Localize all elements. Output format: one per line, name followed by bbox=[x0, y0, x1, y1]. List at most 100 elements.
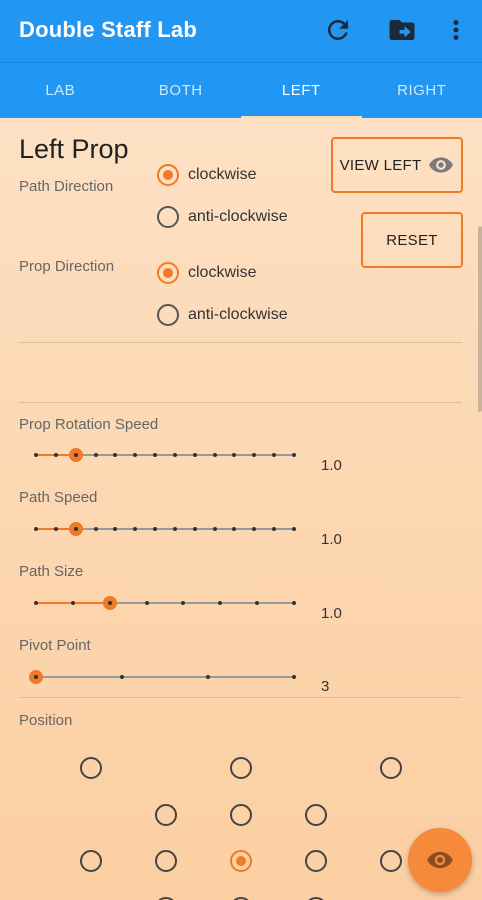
slider-tick bbox=[206, 675, 210, 679]
slider-tick bbox=[218, 601, 223, 605]
prop-direction-clockwise-radio[interactable]: clockwise bbox=[157, 260, 256, 286]
eye-icon bbox=[428, 152, 454, 178]
radio-circle bbox=[157, 164, 179, 186]
slider-tick bbox=[133, 453, 138, 457]
tab-both[interactable]: BOTH bbox=[121, 63, 242, 119]
radio-circle bbox=[157, 206, 179, 228]
app-bar: Double Staff Lab bbox=[0, 0, 482, 62]
view-left-button[interactable]: VIEW LEFT bbox=[331, 137, 463, 193]
slider-tick bbox=[133, 527, 138, 531]
slider-tick bbox=[70, 601, 75, 605]
slider-tick bbox=[255, 601, 260, 605]
position-radio[interactable] bbox=[305, 850, 327, 872]
slider-tick bbox=[172, 453, 177, 457]
prop-direction-anticlockwise-radio[interactable]: anti-clockwise bbox=[157, 302, 288, 328]
slider-tick bbox=[192, 527, 197, 531]
reset-label: RESET bbox=[386, 231, 438, 249]
slider-tick bbox=[53, 453, 58, 457]
path-direction-anticlockwise-radio[interactable]: anti-clockwise bbox=[157, 204, 288, 230]
path-direction-label: Path Direction bbox=[19, 178, 114, 195]
slider-tick bbox=[292, 675, 296, 679]
view-left-label: VIEW LEFT bbox=[339, 156, 422, 174]
pivot-point-slider[interactable] bbox=[29, 670, 296, 684]
slider-value: 1.0 bbox=[321, 605, 342, 622]
position-radio[interactable] bbox=[380, 757, 402, 779]
tab-bar: LAB BOTH LEFT RIGHT bbox=[0, 62, 482, 119]
slider-tick bbox=[232, 453, 237, 457]
radio-label: clockwise bbox=[188, 166, 257, 183]
path-size-slider[interactable] bbox=[34, 596, 296, 610]
slider-track bbox=[36, 676, 294, 678]
tab-label: LAB bbox=[45, 82, 76, 99]
position-radio[interactable] bbox=[80, 850, 102, 872]
slider-tick bbox=[252, 527, 257, 531]
slider-tick bbox=[212, 453, 217, 457]
prop-direction-label: Prop Direction bbox=[19, 258, 115, 275]
slider-tick bbox=[292, 601, 296, 605]
slider-tick bbox=[93, 453, 98, 457]
divider bbox=[19, 697, 462, 698]
slider-label: Prop Rotation Speed bbox=[19, 416, 159, 433]
position-radio[interactable] bbox=[230, 757, 252, 779]
view-fab-button[interactable] bbox=[408, 828, 472, 892]
more-vert-icon[interactable] bbox=[440, 14, 472, 46]
tab-label: RIGHT bbox=[397, 82, 447, 99]
divider bbox=[19, 342, 462, 343]
path-speed-slider[interactable] bbox=[34, 522, 296, 536]
slider-value: 1.0 bbox=[321, 531, 342, 548]
tab-label: LEFT bbox=[281, 82, 321, 99]
slider-thumb[interactable] bbox=[68, 522, 83, 536]
slider-tick bbox=[53, 527, 58, 531]
radio-circle bbox=[157, 262, 179, 284]
slider-thumb[interactable] bbox=[29, 670, 43, 684]
prop-rotation-speed-slider[interactable] bbox=[34, 448, 296, 462]
slider-tick bbox=[172, 527, 177, 531]
slider-tick bbox=[144, 601, 149, 605]
radio-label: clockwise bbox=[188, 264, 257, 281]
position-radio[interactable] bbox=[380, 850, 402, 872]
tab-left[interactable]: LEFT bbox=[241, 63, 362, 119]
position-radio-selected[interactable] bbox=[230, 850, 252, 872]
radio-circle bbox=[157, 304, 179, 326]
tab-right[interactable]: RIGHT bbox=[362, 63, 482, 119]
slider-tick bbox=[113, 453, 118, 457]
divider bbox=[19, 402, 462, 403]
slider-tick bbox=[292, 527, 296, 531]
slider-value: 1.0 bbox=[321, 457, 342, 474]
tab-lab[interactable]: LAB bbox=[0, 63, 121, 119]
slider-tick bbox=[153, 527, 158, 531]
slider-tick bbox=[232, 527, 237, 531]
slider-tick bbox=[212, 527, 217, 531]
slider-label: Pivot Point bbox=[19, 637, 91, 654]
slider-tick bbox=[34, 527, 38, 531]
slider-tick bbox=[93, 527, 98, 531]
app-title: Double Staff Lab bbox=[19, 17, 197, 42]
slider-thumb[interactable] bbox=[102, 596, 117, 610]
position-radio[interactable] bbox=[80, 757, 102, 779]
position-radio[interactable] bbox=[230, 804, 252, 826]
settings-panel: Left Prop Path Direction clockwise anti-… bbox=[0, 118, 482, 900]
position-radio[interactable] bbox=[305, 804, 327, 826]
slider-label: Path Speed bbox=[19, 489, 98, 506]
slider-value: 3 bbox=[321, 678, 330, 695]
refresh-icon[interactable] bbox=[322, 14, 354, 46]
folder-export-icon[interactable] bbox=[386, 14, 418, 46]
slider-tick bbox=[181, 601, 186, 605]
slider-tick bbox=[113, 527, 118, 531]
slider-tick bbox=[252, 453, 257, 457]
radio-label: anti-clockwise bbox=[188, 306, 288, 323]
position-radio[interactable] bbox=[155, 850, 177, 872]
slider-tick bbox=[292, 453, 296, 457]
slider-tick bbox=[34, 453, 38, 457]
radio-label: anti-clockwise bbox=[188, 208, 288, 225]
path-direction-clockwise-radio[interactable]: clockwise bbox=[157, 162, 256, 188]
eye-icon bbox=[426, 846, 454, 874]
reset-button[interactable]: RESET bbox=[361, 212, 463, 268]
position-radio[interactable] bbox=[155, 804, 177, 826]
slider-label: Path Size bbox=[19, 563, 84, 580]
slider-tick bbox=[192, 453, 197, 457]
slider-tick bbox=[120, 675, 124, 679]
scrollbar[interactable] bbox=[478, 226, 482, 412]
slider-thumb[interactable] bbox=[68, 448, 83, 462]
slider-tick bbox=[272, 453, 277, 457]
